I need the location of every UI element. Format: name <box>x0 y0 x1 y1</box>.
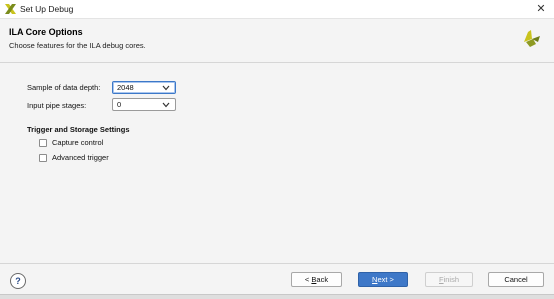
capture-control-label[interactable]: Capture control <box>52 138 103 147</box>
back-button[interactable]: < Back <box>291 272 342 287</box>
pipe-stages-value: 0 <box>117 100 122 109</box>
help-button[interactable]: ? <box>10 273 26 289</box>
wizard-header: ILA Core Options Choose features for the… <box>0 19 554 63</box>
page-subtitle: Choose features for the ILA debug cores. <box>9 41 146 50</box>
page-title: ILA Core Options <box>9 27 83 37</box>
background-window-strip <box>0 294 554 299</box>
trigger-section-title: Trigger and Storage Settings <box>27 125 130 134</box>
window-title: Set Up Debug <box>20 4 74 14</box>
finish-rest: inish <box>443 275 460 284</box>
sample-depth-value: 2048 <box>117 83 134 92</box>
sample-depth-label: Sample of data depth: <box>27 83 101 92</box>
pipe-stages-label: Input pipe stages: <box>27 101 87 110</box>
app-logo-icon <box>5 4 16 14</box>
close-icon[interactable]: ✕ <box>534 2 548 16</box>
advanced-trigger-label[interactable]: Advanced trigger <box>52 153 109 162</box>
cancel-button[interactable]: Cancel <box>488 272 544 287</box>
chevron-down-icon <box>162 85 170 91</box>
advanced-trigger-checkbox[interactable] <box>39 154 47 162</box>
title-bar: Set Up Debug ✕ <box>0 0 554 19</box>
next-rest: ext > <box>377 275 394 284</box>
back-rest: ack <box>316 275 329 284</box>
xilinx-logo-icon <box>524 30 540 47</box>
next-button[interactable]: Next > <box>358 272 408 287</box>
pipe-stages-select[interactable]: 0 <box>112 98 176 111</box>
wizard-footer: ? < Back Next > Finish Cancel <box>0 263 554 294</box>
chevron-down-icon <box>162 102 170 108</box>
wizard-content: Sample of data depth: 2048 Input pipe st… <box>0 63 554 263</box>
finish-button[interactable]: Finish <box>425 272 473 287</box>
capture-control-checkbox[interactable] <box>39 139 47 147</box>
sample-depth-select[interactable]: 2048 <box>112 81 176 94</box>
